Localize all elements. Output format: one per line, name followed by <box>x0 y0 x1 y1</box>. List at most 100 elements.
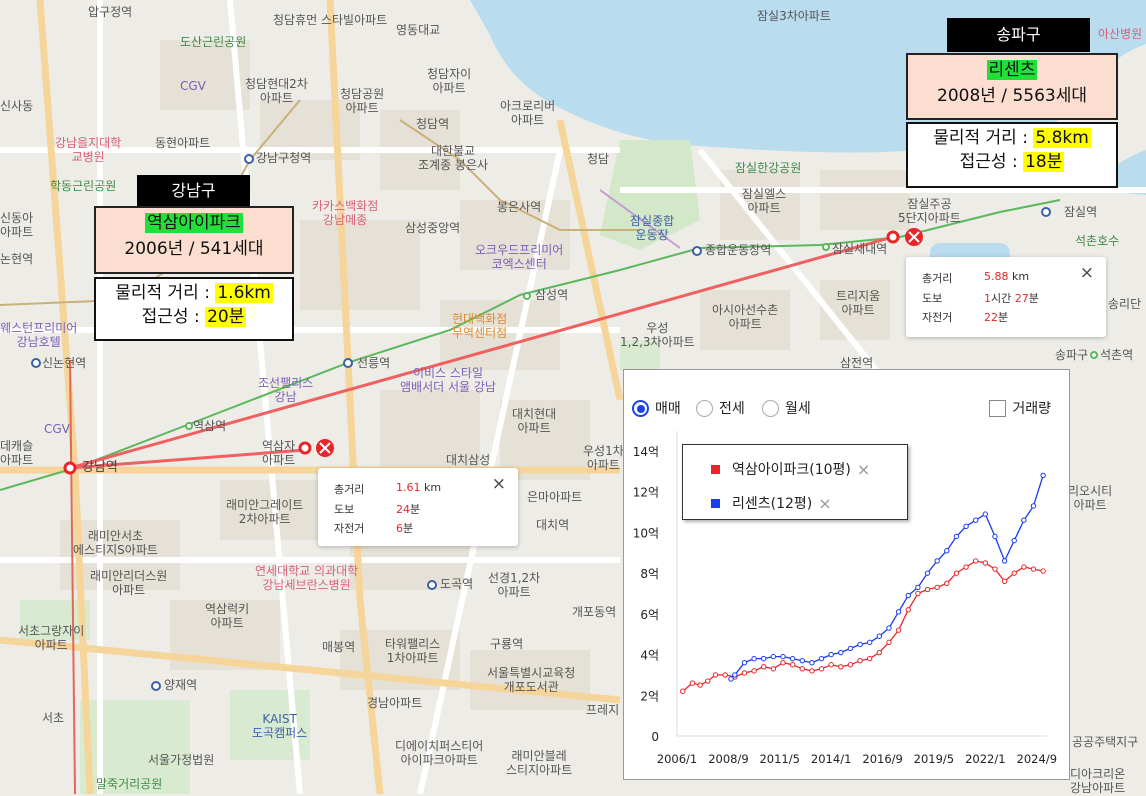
place-eunma: 은마아파트 <box>527 490 583 504</box>
place-songpa-gu: 송파구 <box>1055 348 1089 362</box>
series-point-0 <box>770 666 777 672</box>
place-gangnamgu-office: 강남구청역 <box>256 151 312 165</box>
place-laone: 디아크리온 강남아파트 <box>1070 767 1126 795</box>
series-point-0 <box>799 666 805 672</box>
place-donghyeon: 동현아파트 <box>155 136 211 150</box>
place-songni: 송리단 <box>1108 297 1142 311</box>
place-gangnam-eulji: 강남을지대학 교병원 <box>55 136 122 164</box>
place-yeongdong-bridge: 영동대교 <box>396 23 441 37</box>
start-point-marker <box>63 461 77 475</box>
songpa-end-marker <box>886 230 900 244</box>
series-point-1 <box>799 657 805 664</box>
place-dosan-park: 도산근린공원 <box>180 35 247 49</box>
series-point-1 <box>953 533 960 540</box>
place-westin: 웨스턴프리미어 강남호텔 <box>0 321 78 349</box>
place-acro-river: 아크로리버 아파트 <box>500 99 556 127</box>
songpa-year-units: 2008년 / 5563세대 <box>937 86 1087 106</box>
series-point-0 <box>857 657 863 664</box>
series-point-1 <box>972 517 979 523</box>
place-jamsil-5: 잠실주공 5단지아파트 <box>898 197 961 225</box>
place-yeoksam-stn: 역삼역 <box>193 419 227 433</box>
place-hyundai-trade: 현대백화점 무역센터점 <box>452 312 508 340</box>
series-point-1 <box>905 592 911 599</box>
place-samseong-jungang: 삼성중앙역 <box>405 221 461 235</box>
popup-total-value: 5.88 km <box>984 270 1030 283</box>
place-sindong-apt: 신동아 아파트 <box>0 211 34 239</box>
series-point-1 <box>761 655 767 662</box>
y-tick-label: 4억 <box>640 649 659 663</box>
legend-blue-swatch-icon <box>711 498 720 508</box>
y-tick-label: 8억 <box>640 567 659 581</box>
place-kakas-dept: 카카스백화점 강남메종 <box>312 199 379 227</box>
gangnam-distance-info: 물리적 거리 : 1.6km 접근성 : 20분 <box>94 277 294 341</box>
place-yangjae: 양재역 <box>164 678 198 692</box>
songpa-popup-close-icon[interactable]: × <box>1080 263 1094 283</box>
series-point-0 <box>680 688 686 694</box>
series-point-1 <box>1021 517 1027 523</box>
series-point-0 <box>867 655 873 662</box>
gangnam-end-marker <box>298 441 312 455</box>
legend-red-swatch-icon <box>711 464 720 474</box>
place-samseong-stn: 삼성역 <box>535 288 569 302</box>
place-sinsa: 신사동 <box>0 99 34 113</box>
gangnam-access-row: 접근성 : 20분 <box>141 307 247 327</box>
songpa-district-header: 송파구 <box>947 18 1090 52</box>
gangnam-popup-close-icon[interactable]: × <box>492 474 506 494</box>
series-point-1 <box>847 645 854 652</box>
x-tick-label: 2011/5 <box>759 752 799 766</box>
place-seokchon-stn: 석촌역 <box>1100 348 1134 362</box>
songpa-access-row: 접근성 : 18분 <box>959 152 1065 172</box>
series-point-1 <box>982 511 989 517</box>
series-point-0 <box>697 682 703 688</box>
place-woosung1: 우성1차 아파트 <box>583 444 624 472</box>
popup-total-value: 1.61 km <box>396 481 442 494</box>
x-tick-label: 2014/1 <box>811 752 851 766</box>
series-point-0 <box>934 584 940 591</box>
place-raemian-blesstige: 래미안블레 스티지아파트 <box>506 749 573 777</box>
series-point-1 <box>770 653 777 660</box>
songpa-distance-value: 5.8km <box>1033 128 1091 148</box>
place-daechi-samsung: 대치삼성 <box>446 453 491 467</box>
series-point-1 <box>895 609 902 615</box>
place-gangnam-stn: 강남역 <box>82 460 118 475</box>
place-oakwood: 오크우드프리미어 코엑스센터 <box>475 243 564 271</box>
series-point-1 <box>886 625 892 631</box>
series-point-1 <box>1011 537 1017 544</box>
x-tick-label: 2024/9 <box>1017 752 1057 766</box>
place-cheongdam-ic: 청담 <box>587 152 610 166</box>
series-point-0 <box>915 590 921 597</box>
legend-remove-icon[interactable]: × <box>857 460 870 479</box>
place-triges: 트리지움 아파트 <box>836 289 881 317</box>
songpa-access-value: 18분 <box>1023 152 1065 172</box>
legend-item-yeoksam[interactable]: 역삼아이파크(10평) × <box>711 459 870 479</box>
place-raemian-seocho: 래미안서초 에스티지S아파트 <box>73 529 158 557</box>
series-point-0 <box>972 558 979 564</box>
place-asan: 아산병원 <box>1098 27 1143 41</box>
place-dogok: 도곡역 <box>440 577 474 591</box>
place-cheongdam-stn: 청담역 <box>416 117 450 131</box>
series-point-1 <box>809 660 815 666</box>
series-point-1 <box>728 676 734 682</box>
place-maebong: 매봉역 <box>322 640 356 654</box>
series-point-1 <box>838 649 844 656</box>
place-seoul-court: 서울가정법원 <box>148 753 215 767</box>
series-point-0 <box>838 664 844 670</box>
place-jamsil-hangang: 잠실한강공원 <box>735 161 802 175</box>
popup-walk-value: 1시간 27분 <box>984 292 1039 305</box>
songpa-route-popup: × 총거리 5.88 km 도보 1시간 27분 자전거 22분 <box>906 257 1106 337</box>
place-ibis: 이비스 스타일 앰배서더 서울 강남 <box>400 366 496 394</box>
place-seokchon-lake: 석촌호수 <box>1075 234 1120 248</box>
place-hakdong-park: 학동근린공원 <box>50 179 117 193</box>
y-tick-label: 10억 <box>633 526 659 540</box>
legend-remove-icon[interactable]: × <box>818 494 831 513</box>
place-cheongdam-hyundai2: 청담현대2차 아파트 <box>245 77 308 105</box>
series-point-0 <box>712 672 719 678</box>
series-point-1 <box>1040 472 1046 479</box>
place-yonsei-hosp: 연세대학교 의과대학 강남세브란스병원 <box>255 564 359 592</box>
series-point-0 <box>1030 566 1037 572</box>
songpa-apt-name: 리센츠 <box>986 60 1038 80</box>
legend-item-recents[interactable]: 리센츠(12평) × <box>711 493 832 513</box>
series-point-0 <box>751 668 757 674</box>
series-point-1 <box>789 655 796 662</box>
place-seongyeong: 선경1,2차 아파트 <box>488 571 541 599</box>
